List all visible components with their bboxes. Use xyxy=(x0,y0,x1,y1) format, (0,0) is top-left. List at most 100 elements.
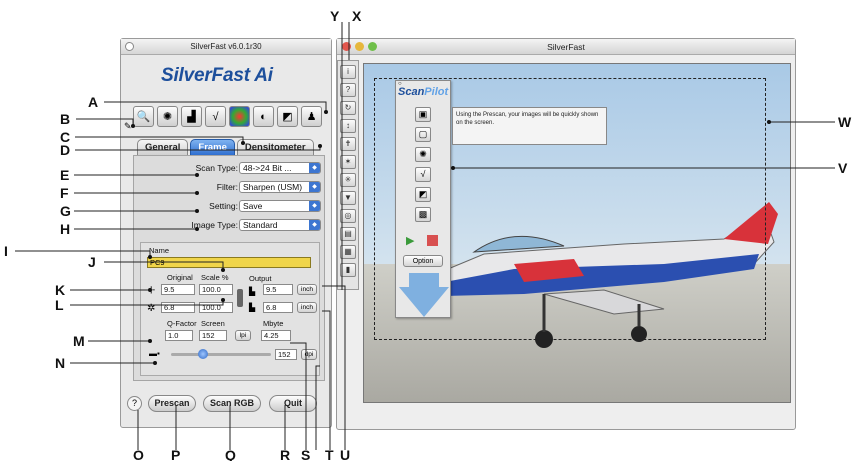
mbyte-label: Mbyte xyxy=(263,319,284,328)
info-icon[interactable]: i xyxy=(340,65,356,79)
negafix-icon[interactable]: ◩ xyxy=(277,106,298,127)
color-correction-icon[interactable] xyxy=(229,106,250,127)
scale-lock-icon[interactable] xyxy=(237,289,243,307)
tab-general[interactable]: General xyxy=(137,139,189,156)
tab-frame[interactable]: Frame xyxy=(190,139,235,156)
pilot-filter-icon[interactable]: ◩ xyxy=(415,187,431,202)
tab-densitometer[interactable]: Densitometer xyxy=(236,139,314,156)
filter-label: Filter: xyxy=(216,182,238,192)
main-window-titlebar[interactable]: SilverFast v6.0.1r30 xyxy=(121,39,331,55)
scan-rgb-button[interactable]: Scan RGB xyxy=(203,395,261,412)
original-width-field[interactable]: 9.5 xyxy=(161,284,195,295)
minimize-icon[interactable] xyxy=(355,42,364,51)
screen-field[interactable]: 152 xyxy=(199,330,227,341)
qfactor-field[interactable]: 1.0 xyxy=(165,330,193,341)
mirror-icon[interactable]: ✝ xyxy=(340,137,356,151)
scanpilot-title: ScanPilot xyxy=(398,86,448,98)
filter-select[interactable]: Sharpen (USM) ◆ xyxy=(239,181,321,193)
prescan-button[interactable]: Prescan xyxy=(148,395,196,412)
tool-icon-1[interactable]: ✶ xyxy=(340,155,356,169)
gradation-curve-icon[interactable]: √ xyxy=(205,106,226,127)
tool-icon-3[interactable]: ▼ xyxy=(340,191,356,205)
lpi-button[interactable]: lpi xyxy=(235,330,251,341)
tool-row: 🔍 ✺ ▟ √ ◐ ◩ ♟ xyxy=(133,106,323,130)
callout-u: U xyxy=(340,447,351,461)
unit-select-2[interactable]: inch xyxy=(297,302,317,313)
preview-window-title: SilverFast xyxy=(547,42,585,52)
silverfast-logo: SilverFast Ai xyxy=(161,65,273,86)
popup-arrow-icon: ◆ xyxy=(309,201,320,211)
scan-type-value: 48->24 Bit ... xyxy=(243,163,292,173)
pilot-play-icon[interactable]: ▶ xyxy=(406,234,414,247)
pilot-auto-icon[interactable]: ✺ xyxy=(415,147,431,162)
scale-label: Scale % xyxy=(201,273,229,282)
expert-dialog-icon[interactable]: ♟ xyxy=(301,106,322,127)
output-label: Output xyxy=(249,274,272,283)
tool-icon-6[interactable]: ▦ xyxy=(340,245,356,259)
zoom-window-icon[interactable] xyxy=(368,42,377,51)
close-icon[interactable] xyxy=(342,42,351,51)
setting-select[interactable]: Save ◆ xyxy=(239,200,321,212)
tool-icon-4[interactable]: ◎ xyxy=(340,209,356,223)
image-type-label: Image Type: xyxy=(191,220,238,230)
callout-h: H xyxy=(60,221,71,237)
quit-button[interactable]: Quit xyxy=(269,395,317,412)
unit-select-1[interactable]: inch xyxy=(297,284,317,295)
callout-y: Y xyxy=(330,8,340,24)
popup-arrow-icon: ◆ xyxy=(309,220,320,230)
resolution-field[interactable]: 152 xyxy=(275,349,297,360)
callout-b: B xyxy=(60,111,71,127)
zoom-icon[interactable]: 🔍 xyxy=(133,106,154,127)
pilot-prescan-icon[interactable]: ▣ xyxy=(415,107,431,122)
callout-g: G xyxy=(60,203,71,219)
pilot-option-button[interactable]: Option xyxy=(403,255,443,267)
preview-window-titlebar[interactable]: SilverFast xyxy=(337,39,795,55)
callout-t: T xyxy=(325,447,334,461)
histogram-icon[interactable]: ▟ xyxy=(181,106,202,127)
callout-x: X xyxy=(352,8,362,24)
tool-icon-5[interactable]: ▤ xyxy=(340,227,356,241)
mbyte-field: 4.25 xyxy=(261,330,291,341)
resolution-slider[interactable] xyxy=(171,349,271,359)
scale-width-field[interactable]: 100.0 xyxy=(199,284,233,295)
original-height-field[interactable]: 6.8 xyxy=(161,302,195,313)
window-collapse-icon[interactable] xyxy=(125,42,134,51)
rotate-icon[interactable]: ↻ xyxy=(340,101,356,115)
selective-color-icon[interactable]: ◐ xyxy=(253,106,274,127)
output-height-lock-icon[interactable]: ▙ xyxy=(249,303,255,312)
scanpilot-panel: ○ ScanPilot ▣ ▢ ✺ √ ◩ ▩ ▶ Option xyxy=(395,80,451,318)
name-field[interactable]: PC9 xyxy=(147,257,311,268)
callout-i: I xyxy=(4,243,8,259)
setting-row: Setting: Save ◆ xyxy=(134,200,326,213)
callout-j: J xyxy=(88,254,96,270)
output-height-field[interactable]: 6.8 xyxy=(263,302,293,313)
pipette-icon[interactable]: ✎ xyxy=(124,121,132,132)
resolution-icon: ▬▪ xyxy=(149,349,160,358)
popup-arrow-icon: ◆ xyxy=(309,182,320,192)
question-icon[interactable]: ? xyxy=(340,83,356,97)
output-width-lock-icon[interactable]: ▙ xyxy=(249,287,255,296)
help-icon[interactable]: ? xyxy=(127,396,142,411)
flip-icon[interactable]: ↕ xyxy=(340,119,356,133)
callout-e: E xyxy=(60,167,70,183)
pilot-gradation-icon[interactable]: √ xyxy=(415,167,431,182)
frame-settings-box: Name PC9 Original Scale % Output ⊹ 9.5 1… xyxy=(140,242,320,376)
preview-toolbar: i ? ↻ ↕ ✝ ✶ ✳ ▼ ◎ ▤ ▦ ▮ xyxy=(337,60,359,290)
pilot-image-icon[interactable]: ▩ xyxy=(415,207,431,222)
name-label: Name xyxy=(149,246,170,255)
output-width-field[interactable]: 9.5 xyxy=(263,284,293,295)
callout-w: W xyxy=(838,114,852,130)
tool-icon-2[interactable]: ✳ xyxy=(340,173,356,187)
auto-adjust-icon[interactable]: ✺ xyxy=(157,106,178,127)
pilot-stop-icon[interactable] xyxy=(427,235,438,246)
dpi-button[interactable]: dpi xyxy=(301,349,317,360)
callout-a: A xyxy=(88,94,99,110)
tab-bar: General Frame Densitometer xyxy=(137,139,314,156)
image-type-select[interactable]: Standard ◆ xyxy=(239,219,321,231)
resolution-slider-knob[interactable] xyxy=(198,349,208,359)
tool-icon-7[interactable]: ▮ xyxy=(340,263,356,277)
pilot-frame-icon[interactable]: ▢ xyxy=(415,127,431,142)
filter-value: Sharpen (USM) xyxy=(243,182,303,192)
scale-height-field[interactable]: 100.0 xyxy=(199,302,233,313)
scan-type-select[interactable]: 48->24 Bit ... ◆ xyxy=(239,162,321,174)
